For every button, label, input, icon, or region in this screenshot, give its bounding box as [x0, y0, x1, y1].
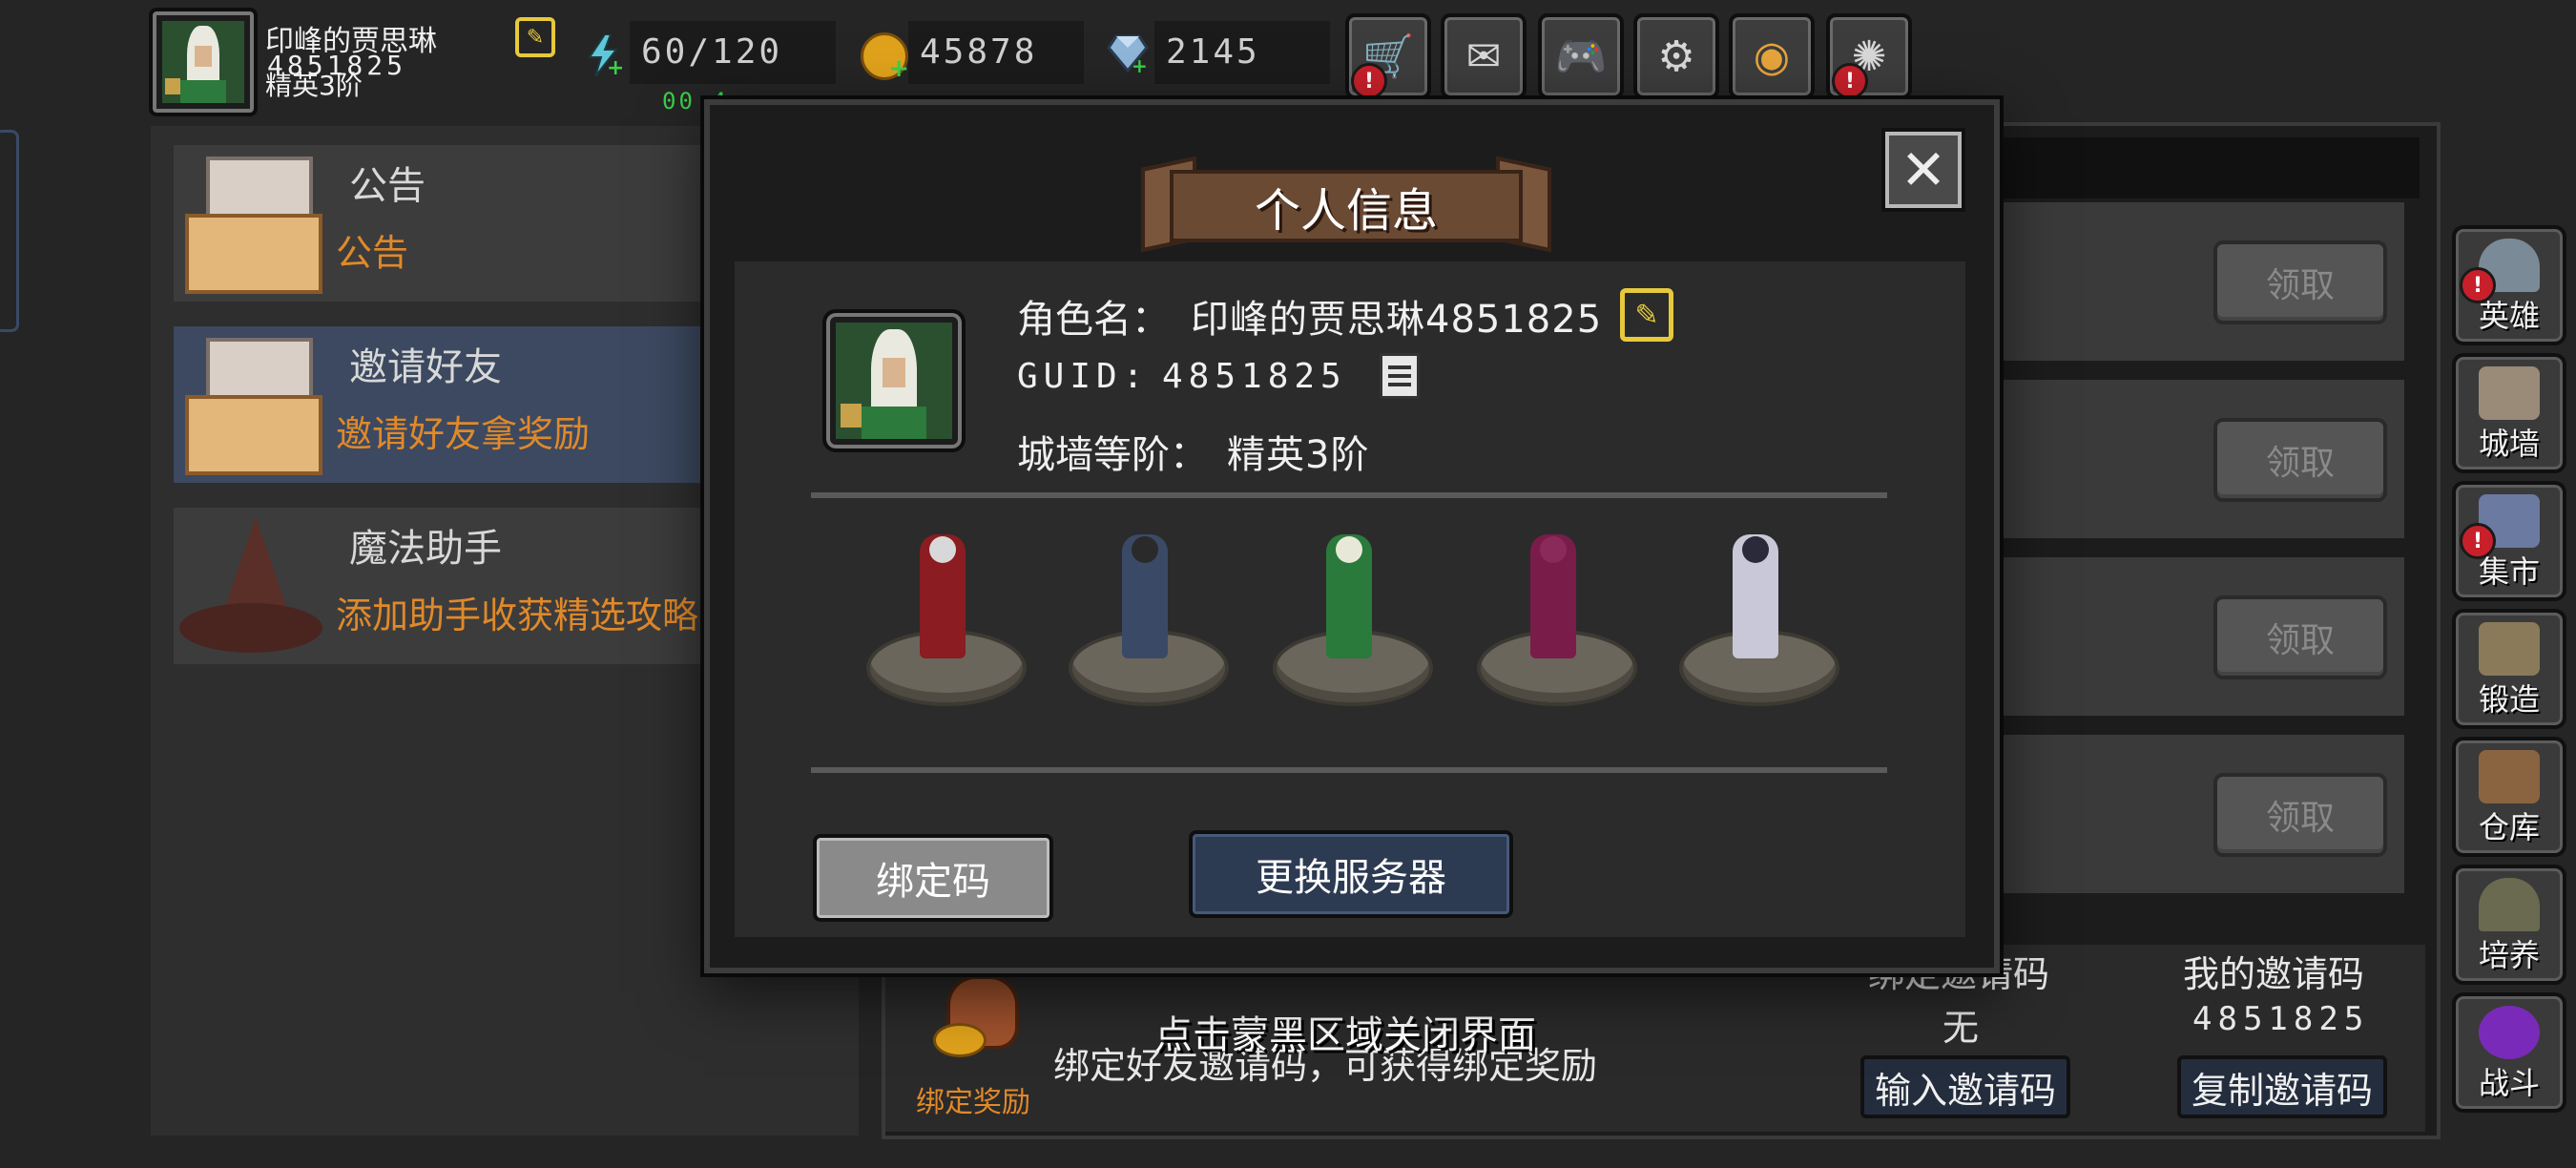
gamepad-button[interactable]: 🎮 — [1538, 13, 1624, 99]
svg-text:+: + — [607, 56, 622, 76]
bind-code-button[interactable]: 绑定码 — [813, 834, 1053, 922]
edit-name-icon[interactable]: ✎ — [1620, 288, 1673, 342]
side-menu-label: 锻造 — [2478, 681, 2540, 718]
wall-rank-label: 城墙等阶： — [1017, 433, 1208, 477]
my-code-header: 我的邀请码 — [2183, 953, 2365, 995]
side-menu-wall[interactable]: 城墙 — [2452, 353, 2566, 473]
side-menu-label: 培养 — [2478, 937, 2540, 973]
castle-wall-icon — [2479, 366, 2540, 420]
edit-name-icon[interactable]: ✎ — [515, 17, 555, 57]
fireworks-alert-icon: ! — [1832, 63, 1868, 99]
modal-title: 个人信息 — [1254, 184, 1438, 238]
mail-button[interactable]: ✉ — [1441, 13, 1527, 99]
claim-button[interactable]: 领取 — [2213, 773, 2387, 857]
goblet-icon — [2479, 878, 2540, 931]
left-edge-tab[interactable] — [0, 130, 19, 332]
portal-icon — [2479, 1006, 2540, 1059]
side-menu-forge[interactable]: 锻造 — [2452, 609, 2566, 729]
bind-reward-label: 绑定奖励 — [916, 1086, 1030, 1119]
gamepad-icon: 🎮 — [1554, 32, 1608, 81]
side-menu-label: 战斗 — [2478, 1065, 2540, 1101]
list-item-subtitle: 添加助手收获精选攻略 — [336, 594, 699, 636]
gem-counter: 2145 — [1154, 21, 1330, 84]
scroll-icon — [185, 156, 322, 294]
list-item-title: 邀请好友 — [349, 345, 502, 389]
input-code-button[interactable]: 输入邀请码 — [1860, 1055, 2070, 1118]
character-name-label: 角色名： — [1017, 298, 1170, 342]
hero-slot-sorceress[interactable] — [1477, 534, 1637, 706]
list-item-subtitle: 公告 — [336, 232, 409, 274]
divider — [811, 767, 1887, 773]
mail-icon: ✉ — [1465, 31, 1502, 81]
reward-row: 领取 — [1984, 735, 2404, 893]
side-menu-train[interactable]: 培养 — [2452, 865, 2566, 985]
player-avatar[interactable] — [149, 8, 258, 116]
profile-avatar — [822, 309, 966, 452]
gear-icon: ⚙ — [1657, 31, 1695, 81]
coin-value: 45878 — [920, 32, 1038, 72]
reward-row: 领取 — [1984, 380, 2404, 538]
wall-rank-value: 精英3阶 — [1227, 433, 1370, 477]
shop-alert-icon: ! — [1351, 63, 1387, 99]
energy-icon: + — [584, 33, 624, 80]
side-menu-label: 集市 — [2478, 553, 2540, 590]
side-menu-label: 城墙 — [2478, 426, 2540, 462]
claim-button[interactable]: 领取 — [2213, 418, 2387, 502]
list-item-title: 公告 — [349, 164, 426, 208]
reward-row: 领取 — [1984, 202, 2404, 361]
aperture-icon: ◉ — [1753, 31, 1791, 81]
shop-button[interactable]: 🛒! — [1345, 13, 1431, 99]
svg-text:+: + — [1132, 54, 1148, 73]
hero-slot-dancer[interactable] — [1679, 534, 1839, 706]
character-name-value: 印峰的贾思琳4851825 — [1191, 298, 1603, 342]
hero-slot-archer[interactable] — [1273, 534, 1433, 706]
copy-icon[interactable] — [1380, 353, 1420, 399]
settings-button[interactable]: ⚙ — [1633, 13, 1719, 99]
camera-button[interactable]: ◉ — [1729, 13, 1815, 99]
coin-icon[interactable]: + — [861, 32, 909, 83]
side-menu-heroes[interactable]: ! 英雄 — [2452, 225, 2566, 345]
divider — [811, 492, 1887, 498]
list-item-subtitle: 邀请好友拿奖励 — [336, 413, 591, 455]
fireworks-button[interactable]: ✺! — [1826, 13, 1912, 99]
guid-label: GUID: — [1017, 357, 1150, 396]
gem-icon[interactable]: + — [1107, 34, 1149, 77]
hero-slot-mage[interactable] — [866, 534, 1027, 706]
panel-header-strip — [1984, 137, 2420, 198]
gem-value: 2145 — [1166, 32, 1260, 72]
change-server-button[interactable]: 更换服务器 — [1189, 830, 1513, 918]
side-menu-label: 仓库 — [2478, 809, 2540, 845]
close-hint: 点击蒙黑区域关闭界面 — [1154, 1013, 1536, 1057]
guid-value: 4851825 — [1162, 357, 1347, 396]
modal-title-banner: 个人信息 — [1141, 156, 1551, 254]
copy-code-button[interactable]: 复制邀请码 — [2177, 1055, 2387, 1118]
coin-counter: 45878 — [908, 21, 1084, 84]
energy-value: 60/120 — [641, 32, 783, 72]
claim-button[interactable]: 领取 — [2213, 240, 2387, 324]
player-rank: 精英3阶 — [265, 70, 363, 101]
anvil-icon — [2479, 622, 2540, 676]
list-item-title: 魔法助手 — [349, 527, 502, 571]
reward-bag-icon — [933, 966, 1025, 1057]
my-code-value: 4851825 — [2192, 1000, 2370, 1038]
side-menu-storage[interactable]: 仓库 — [2452, 737, 2566, 857]
hero-slot-knight[interactable] — [1069, 534, 1229, 706]
side-menu-market[interactable]: ! 集市 — [2452, 481, 2566, 601]
bound-code-value: 无 — [1942, 1007, 1980, 1049]
reward-row: 领取 — [1984, 557, 2404, 716]
crate-icon — [2479, 750, 2540, 803]
claim-button[interactable]: 领取 — [2213, 595, 2387, 679]
side-menu-label: 英雄 — [2478, 298, 2540, 334]
energy-counter: 60/120 — [630, 21, 836, 84]
scroll-icon — [185, 338, 322, 475]
wizard-hat-icon — [179, 517, 322, 660]
close-button[interactable]: ✕ — [1881, 128, 1965, 212]
side-menu-battle[interactable]: 战斗 — [2452, 992, 2566, 1113]
